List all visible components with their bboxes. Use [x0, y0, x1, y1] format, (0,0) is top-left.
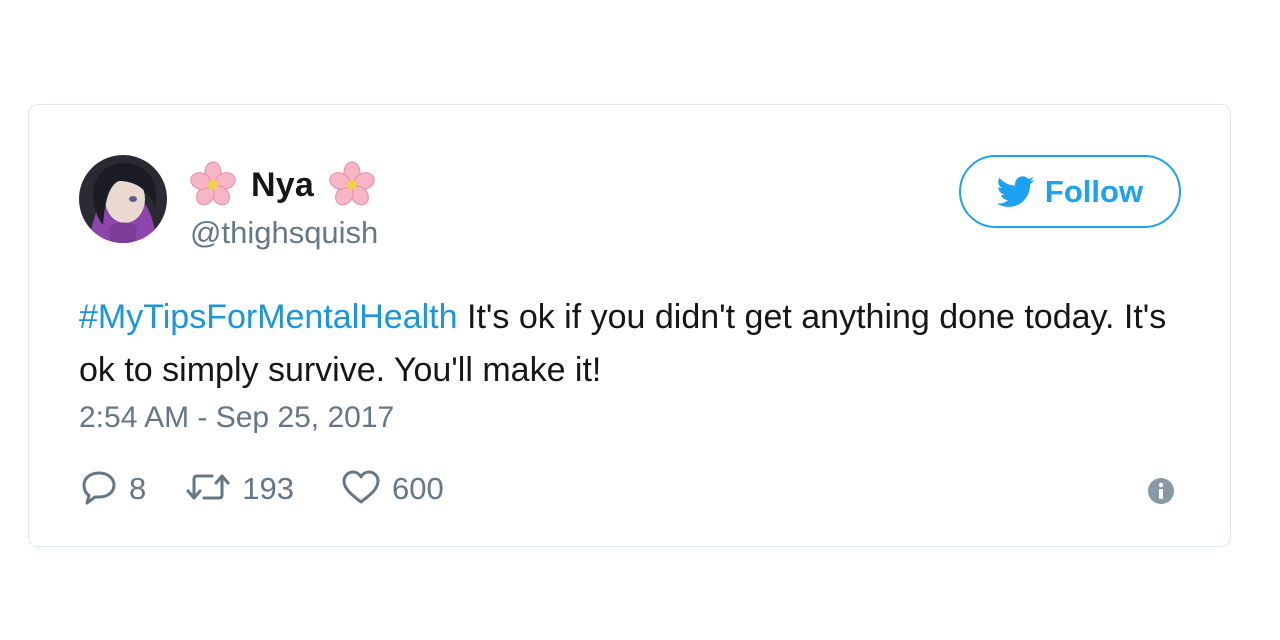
cherry-blossom-icon [328, 161, 376, 209]
info-icon[interactable] [1147, 477, 1175, 505]
tweet-card: Nya @thighsquish Follow #MyTipsForMental… [28, 104, 1231, 547]
retweet-count: 193 [242, 471, 294, 506]
user-handle[interactable]: @thighsquish [190, 215, 378, 251]
display-name[interactable]: Nya [251, 166, 314, 205]
retweet-button[interactable]: 193 [184, 467, 294, 512]
tweet-timestamp[interactable]: 2:54 AM - Sep 25, 2017 [79, 401, 394, 435]
reply-button[interactable]: 8 [79, 467, 146, 512]
tweet-actions: 8 193 600 [79, 467, 444, 511]
like-count: 600 [391, 471, 444, 506]
follow-button-label: Follow [1044, 173, 1144, 209]
avatar[interactable] [79, 155, 167, 243]
twitter-bird-icon [996, 175, 1035, 208]
reply-count: 8 [129, 471, 147, 506]
reply-icon [79, 467, 119, 512]
retweet-icon [184, 467, 232, 512]
cherry-blossom-icon [189, 161, 237, 209]
tweet-text: #MyTipsForMentalHealth It's ok if you di… [79, 291, 1189, 397]
heart-icon [340, 467, 382, 512]
hashtag-link[interactable]: #MyTipsForMentalHealth [79, 298, 458, 336]
like-button[interactable]: 600 [340, 467, 444, 512]
follow-button[interactable]: Follow [959, 155, 1181, 228]
name-row: Nya [189, 161, 376, 209]
